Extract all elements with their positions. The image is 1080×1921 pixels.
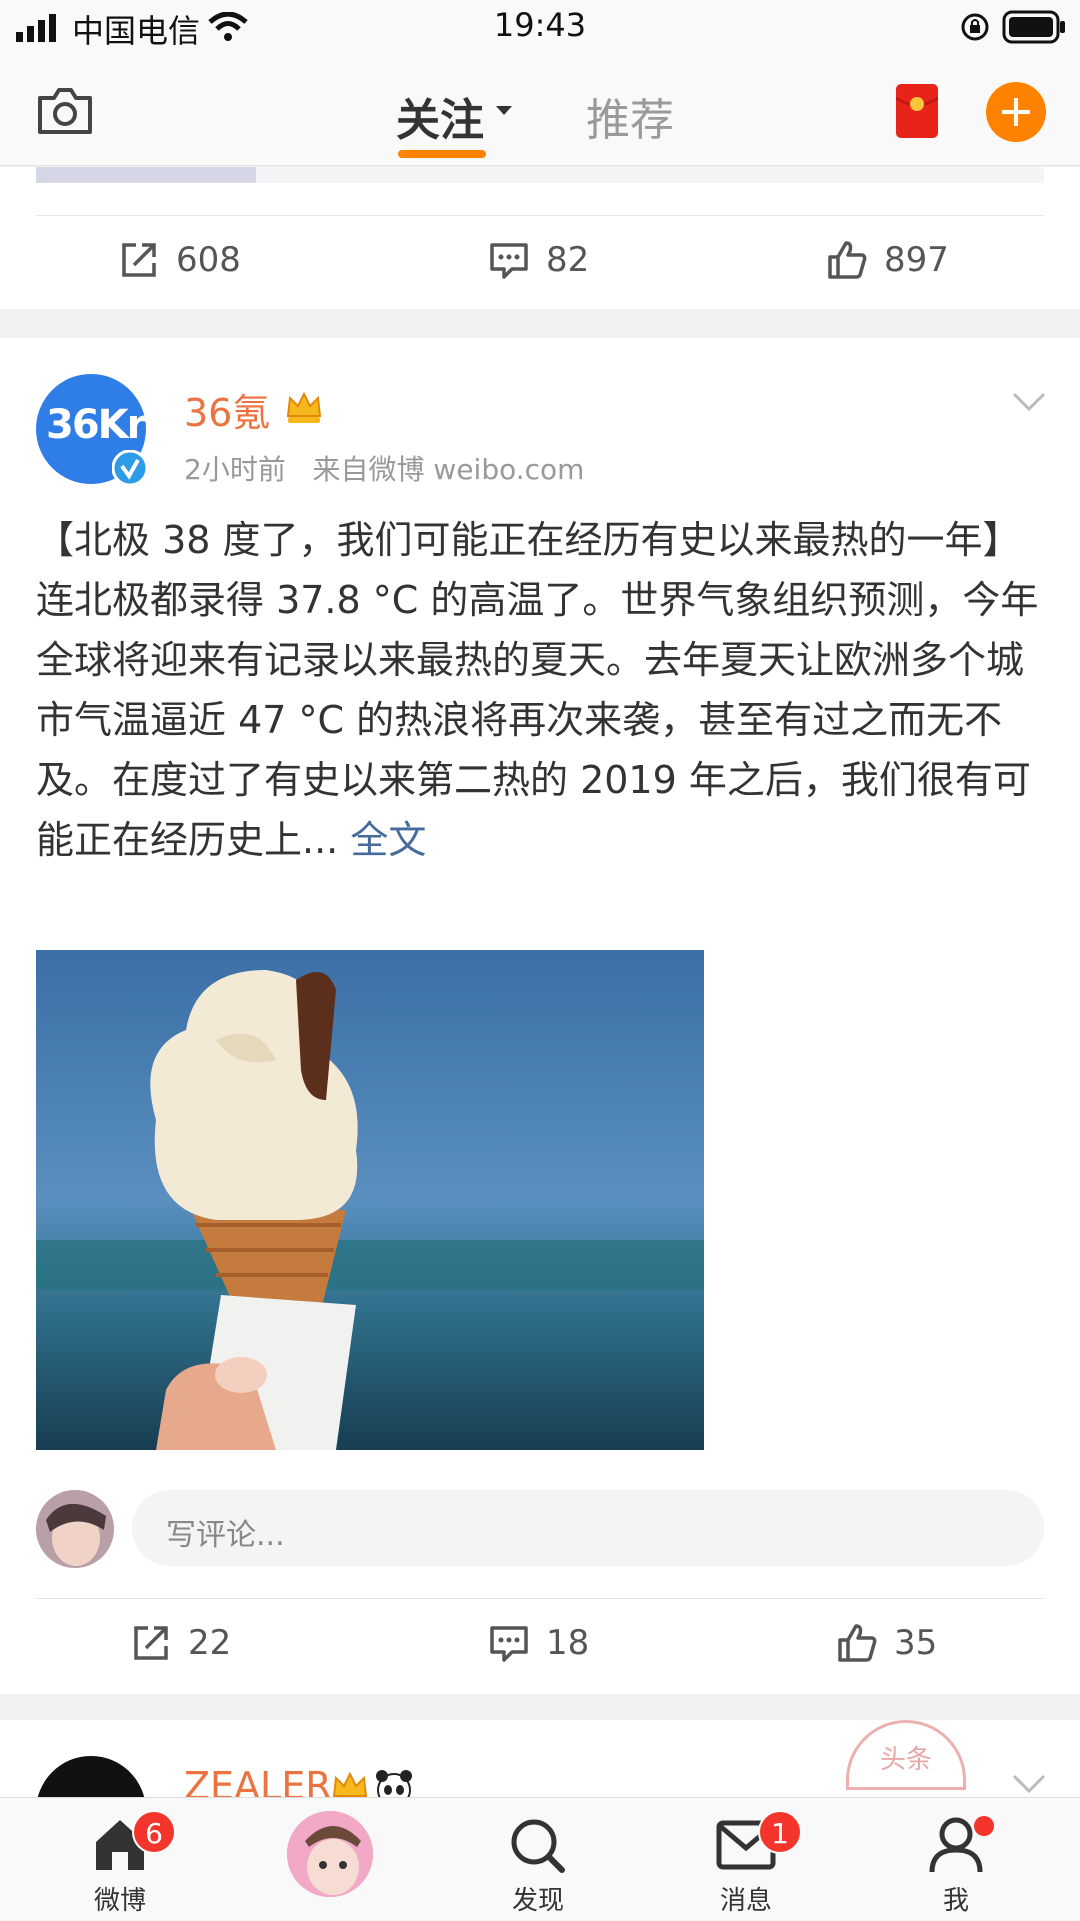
post-text: 【北极 38 度了，我们可能正在经历有史以来最热的一年】连北极都录得 37.8 … xyxy=(36,510,1046,870)
post-author[interactable]: 36氪 xyxy=(184,382,270,437)
repost-button[interactable]: 22 xyxy=(130,1622,231,1664)
me-notification-dot xyxy=(974,1816,994,1836)
bottom-navigation: 微博 6 发现 消息 1 我 xyxy=(0,1797,1080,1920)
previous-post-footer: 608 82 897 xyxy=(0,167,1080,309)
clock: 19:43 xyxy=(493,6,587,44)
red-envelope-icon[interactable] xyxy=(896,84,938,138)
comment-icon xyxy=(490,243,528,279)
nav-profile-story[interactable] xyxy=(250,1798,410,1921)
comment-button[interactable]: 18 xyxy=(488,1622,589,1664)
tab-recommended[interactable]: 推荐 xyxy=(586,84,674,148)
story-photo xyxy=(287,1811,373,1897)
user-photo xyxy=(36,1490,114,1568)
repost-count: 22 xyxy=(188,1623,232,1663)
comment-icon xyxy=(490,1626,528,1662)
post-meta: 2小时前 来自微博 weibo.com xyxy=(184,453,585,486)
comment-input[interactable]: 写评论... xyxy=(132,1490,1044,1566)
nav-me[interactable]: 我 xyxy=(876,1798,1036,1921)
like-button[interactable]: 35 xyxy=(836,1622,937,1664)
toutiao-stamp: 头条 xyxy=(846,1720,966,1790)
divider xyxy=(36,215,1044,216)
comment-count: 82 xyxy=(546,240,590,280)
like-count: 897 xyxy=(884,240,949,280)
divider xyxy=(36,1598,1044,1599)
search-icon xyxy=(511,1819,565,1873)
post-image[interactable] xyxy=(36,950,704,1450)
rotation-lock-icon xyxy=(961,13,989,41)
post-body: 【北极 38 度了，我们可能正在经历有史以来最热的一年】连北极都录得 37.8 … xyxy=(36,518,1039,862)
nav-messages-label: 消息 xyxy=(719,1886,772,1916)
avatar-logo-text: 36Kr xyxy=(46,402,146,448)
panda-icon xyxy=(376,1770,412,1797)
read-more-link[interactable]: 全文 xyxy=(350,818,426,862)
previous-post-media-thumb xyxy=(36,167,256,183)
chevron-down-icon[interactable] xyxy=(1012,392,1046,412)
tab-following[interactable]: 关注 xyxy=(396,84,484,148)
chevron-down-icon[interactable] xyxy=(1012,1774,1046,1794)
messages-badge: 1 xyxy=(758,1810,802,1854)
like-button[interactable]: 897 xyxy=(826,239,949,281)
nav-messages[interactable]: 消息 1 xyxy=(666,1798,826,1921)
repost-button[interactable]: 608 xyxy=(118,239,241,281)
status-bar: 中国电信 19:43 xyxy=(0,0,1080,56)
repost-icon xyxy=(122,243,156,277)
vip-crown-icon xyxy=(332,1771,368,1797)
like-count: 35 xyxy=(894,1623,938,1663)
next-post-author[interactable]: ZEALER xyxy=(184,1764,332,1797)
next-post-preview: ZEALER 头条 xyxy=(0,1720,1080,1797)
top-navigation: 关注 推荐 xyxy=(0,56,1080,166)
camera-icon[interactable] xyxy=(36,86,94,136)
nav-discover[interactable]: 发现 xyxy=(458,1798,618,1921)
story-avatar xyxy=(284,1808,376,1900)
thumbs-up-icon xyxy=(838,1624,877,1662)
nav-home[interactable]: 微博 6 xyxy=(40,1798,200,1921)
home-badge: 6 xyxy=(132,1810,176,1854)
repost-count: 608 xyxy=(176,240,241,280)
add-icon[interactable] xyxy=(986,82,1046,142)
feed-post: 36Kr 36氪 2小时前 来自微博 weibo.com 【北极 38 度了，我… xyxy=(0,338,1080,1694)
nav-discover-label: 发现 xyxy=(511,1886,564,1916)
ice-cream-photo xyxy=(36,950,704,1450)
battery-icon xyxy=(1002,10,1065,44)
thumbs-up-icon xyxy=(828,241,867,279)
my-avatar[interactable] xyxy=(36,1490,114,1568)
comment-button[interactable]: 82 xyxy=(488,239,589,281)
verified-icon xyxy=(112,450,148,486)
nav-home-label: 微博 xyxy=(93,1886,146,1916)
active-tab-indicator xyxy=(398,150,486,158)
repost-icon xyxy=(134,1626,168,1660)
next-post-avatar[interactable] xyxy=(36,1756,146,1797)
dropdown-caret-icon[interactable] xyxy=(496,106,512,116)
vip-crown-icon xyxy=(286,391,322,423)
nav-me-label: 我 xyxy=(942,1886,969,1916)
comment-count: 18 xyxy=(546,1623,590,1663)
